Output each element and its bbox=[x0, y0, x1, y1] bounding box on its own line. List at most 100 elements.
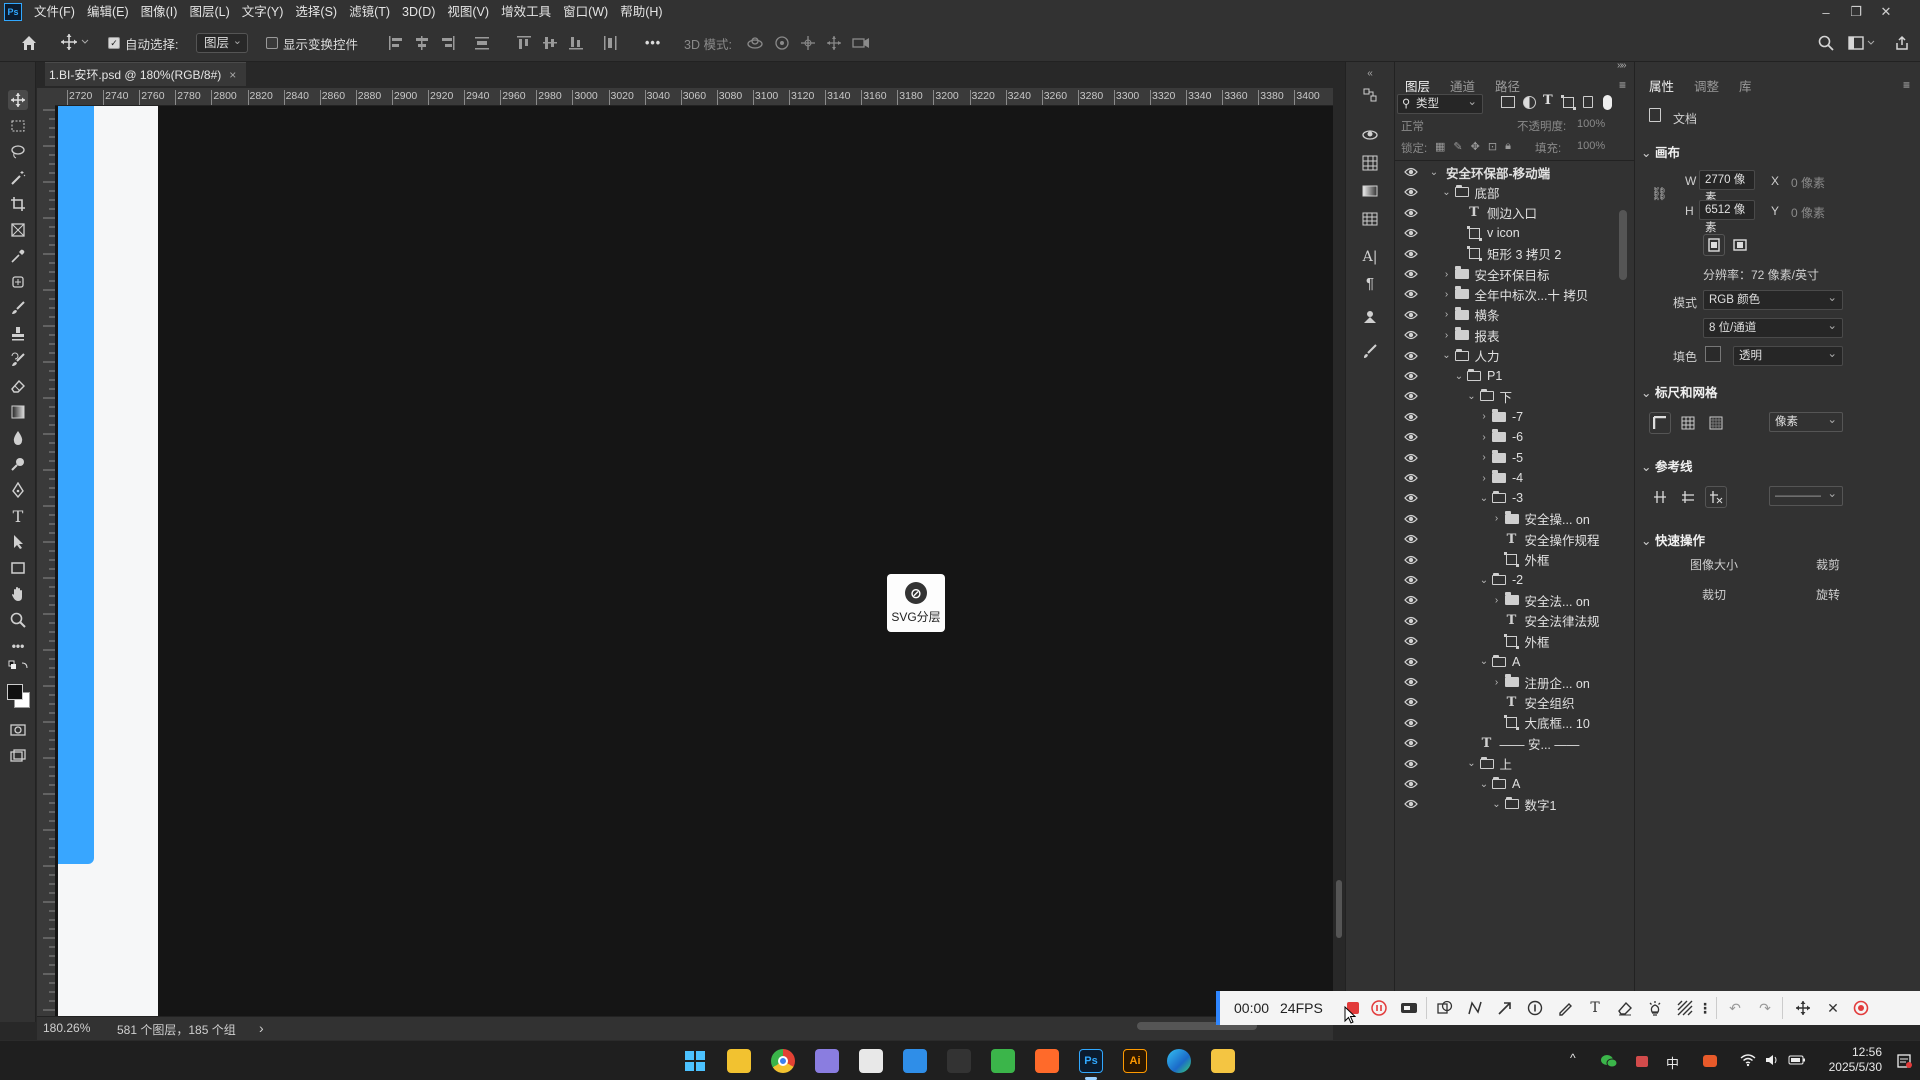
collapse-arrow-icon[interactable]: ⌄ bbox=[1479, 493, 1489, 504]
zoom-level[interactable]: 180.26% bbox=[43, 1021, 90, 1035]
expand-arrow-icon[interactable]: › bbox=[1442, 330, 1452, 341]
lock-artboard-icon[interactable]: ⊡ bbox=[1488, 140, 1497, 153]
quick-action-button[interactable]: 裁切 bbox=[1669, 586, 1759, 603]
canvas-area[interactable]: ⊘ SVG分层 bbox=[55, 106, 1333, 1016]
quick-action-button[interactable]: 旋转 bbox=[1783, 586, 1873, 603]
3d-slide-icon[interactable] bbox=[826, 35, 842, 51]
zoom-tool-icon[interactable] bbox=[8, 610, 28, 630]
visibility-eye-icon[interactable] bbox=[1404, 248, 1418, 261]
ruler-unit-dropdown[interactable]: 像素 bbox=[1769, 411, 1843, 432]
3d-roll-icon[interactable] bbox=[774, 35, 790, 51]
layer-row[interactable]: ⌄ -3 bbox=[1395, 488, 1635, 508]
lock-pixels-icon[interactable]: ✎ bbox=[1453, 140, 1462, 153]
pen-tool-icon[interactable] bbox=[8, 480, 28, 500]
crop-tool-icon[interactable] bbox=[8, 194, 28, 214]
visibility-eye-icon[interactable] bbox=[1404, 798, 1418, 811]
layer-row[interactable]: › -6 bbox=[1395, 427, 1635, 447]
undo-icon[interactable]: ↶ bbox=[1726, 999, 1744, 1017]
more-options-button[interactable]: ••• bbox=[645, 33, 661, 53]
visibility-eye-icon[interactable] bbox=[1404, 492, 1418, 505]
layer-row[interactable]: ⌄ 安全环保部-移动端 bbox=[1395, 162, 1635, 182]
layer-filter-dropdown[interactable]: ⚲ 类型 bbox=[1397, 93, 1483, 114]
layer-row[interactable]: › -5 bbox=[1395, 448, 1635, 468]
filter-shape-icon[interactable] bbox=[1561, 95, 1576, 110]
collapse-properties-icon[interactable]: » bbox=[1621, 60, 1627, 71]
lasso-tool-icon[interactable] bbox=[8, 142, 28, 162]
filter-adjustment-icon[interactable] bbox=[1523, 96, 1536, 109]
document-tab[interactable]: 1.BI-安环.psd @ 180%(RGB/8#) × bbox=[45, 62, 247, 86]
collapse-arrow-icon[interactable]: ⌄ bbox=[1442, 187, 1452, 198]
layer-row[interactable]: ⌄ 数字1 bbox=[1395, 794, 1635, 814]
layer-row[interactable]: T 安全操作规程 bbox=[1395, 529, 1635, 549]
svg-layer-badge[interactable]: ⊘ SVG分层 bbox=[887, 574, 945, 632]
layer-row[interactable]: › 安全法... on bbox=[1395, 590, 1635, 610]
taskbar-capcut-icon[interactable] bbox=[947, 1049, 971, 1073]
visibility-eye-icon[interactable] bbox=[1404, 186, 1418, 199]
lock-position-icon[interactable]: ✥ bbox=[1471, 140, 1480, 153]
visibility-eye-icon[interactable] bbox=[1404, 737, 1418, 750]
visibility-eye-icon[interactable] bbox=[1404, 533, 1418, 546]
taskbar-app-yellow-icon[interactable] bbox=[1211, 1049, 1235, 1073]
visibility-eye-icon[interactable] bbox=[1404, 288, 1418, 301]
expand-arrow-icon[interactable]: › bbox=[1479, 432, 1489, 443]
shape-annotate-icon[interactable] bbox=[1436, 999, 1454, 1017]
pixel-grid-icon[interactable] bbox=[1705, 412, 1727, 434]
canvas-section-header[interactable]: 画布 bbox=[1641, 142, 1680, 161]
properties-tab-0[interactable]: 属性 bbox=[1639, 76, 1684, 96]
layer-row[interactable]: ⌄ P1 bbox=[1395, 366, 1635, 386]
screen-mode-icon[interactable] bbox=[8, 746, 28, 766]
patterns-panel-icon[interactable] bbox=[1361, 210, 1379, 228]
clock[interactable]: 12:56 2025/5/30 bbox=[1826, 1045, 1882, 1075]
layer-row[interactable]: ⌄ 底部 bbox=[1395, 182, 1635, 202]
camera-record-icon[interactable] bbox=[1400, 999, 1418, 1017]
minimize-button[interactable]: – bbox=[1812, 0, 1840, 24]
quick-action-button[interactable]: 图像大小 bbox=[1669, 556, 1759, 573]
mosaic-icon[interactable] bbox=[1676, 999, 1694, 1017]
menu-item-4[interactable]: 文字(Y) bbox=[236, 0, 290, 24]
input-method-indicator[interactable]: 中 bbox=[1666, 1053, 1679, 1072]
collapse-arrow-icon[interactable]: ⌄ bbox=[1454, 371, 1464, 382]
filter-smartobject-icon[interactable] bbox=[1583, 96, 1593, 108]
brush-settings-icon[interactable] bbox=[1361, 342, 1379, 360]
move-tool-icon[interactable] bbox=[8, 90, 28, 110]
hand-tool-icon[interactable] bbox=[8, 584, 28, 604]
auto-select-dropdown[interactable]: 图层 bbox=[196, 32, 249, 53]
guide-clear-icon[interactable] bbox=[1705, 486, 1727, 508]
layer-row[interactable]: T 侧边入口 bbox=[1395, 203, 1635, 223]
align-right-icon[interactable] bbox=[440, 35, 456, 51]
visibility-eye-icon[interactable] bbox=[1404, 574, 1418, 587]
visibility-eye-icon[interactable] bbox=[1404, 309, 1418, 322]
vertical-scrollbar[interactable] bbox=[1333, 106, 1345, 1016]
vertical-ruler[interactable] bbox=[37, 106, 55, 1016]
history-brush-tool-icon[interactable] bbox=[8, 350, 28, 370]
link-dimensions-icon[interactable]: ⛓︎ bbox=[1651, 186, 1668, 202]
number-marker-icon[interactable] bbox=[1526, 999, 1544, 1017]
type-tool-icon[interactable]: T bbox=[8, 506, 28, 526]
layer-row[interactable]: ⌄ -2 bbox=[1395, 570, 1635, 590]
visibility-eye-icon[interactable] bbox=[1404, 329, 1418, 342]
search-icon[interactable] bbox=[1818, 35, 1834, 51]
path-selection-tool-icon[interactable] bbox=[8, 532, 28, 552]
redo-icon[interactable]: ↷ bbox=[1756, 999, 1774, 1017]
menu-item-11[interactable]: 帮助(H) bbox=[614, 0, 668, 24]
status-menu-arrow-icon[interactable]: › bbox=[259, 1020, 264, 1036]
filter-type-icon[interactable]: T bbox=[1543, 93, 1553, 108]
gradient-tool-icon[interactable] bbox=[8, 402, 28, 422]
visibility-eye-icon[interactable] bbox=[1404, 472, 1418, 485]
arrow-annotate-icon[interactable] bbox=[1496, 999, 1514, 1017]
visibility-eye-icon[interactable] bbox=[1404, 452, 1418, 465]
collapse-panels-icon[interactable]: « bbox=[1361, 64, 1379, 82]
collapse-arrow-icon[interactable]: ⌄ bbox=[1479, 575, 1489, 586]
brush-tool-icon[interactable] bbox=[8, 298, 28, 318]
filter-toggle-icon[interactable] bbox=[1603, 95, 1612, 110]
visibility-eye-icon[interactable] bbox=[1404, 431, 1418, 444]
visibility-eye-icon[interactable] bbox=[1404, 411, 1418, 424]
portrait-orientation-icon[interactable] bbox=[1703, 234, 1725, 256]
visibility-eye-icon[interactable] bbox=[1404, 390, 1418, 403]
wechat-icon[interactable] bbox=[1600, 1053, 1618, 1069]
taskbar-edge-icon[interactable] bbox=[1167, 1049, 1191, 1073]
menu-item-5[interactable]: 选择(S) bbox=[289, 0, 343, 24]
foreground-color-swatch[interactable] bbox=[7, 684, 23, 700]
fill-dropdown[interactable]: 透明 bbox=[1733, 345, 1843, 366]
text-annotate-icon[interactable]: T bbox=[1586, 999, 1604, 1017]
